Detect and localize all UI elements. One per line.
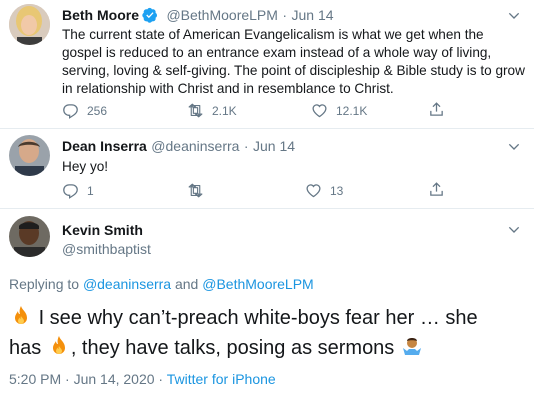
man-shrugging-emoji-icon bbox=[402, 338, 421, 355]
reply-count: 256 bbox=[87, 103, 108, 118]
divider bbox=[0, 128, 534, 129]
divider bbox=[0, 208, 534, 209]
tweet-text-line1: I see why can’t-preach white-boys fear h… bbox=[38, 307, 478, 329]
retweet-count: 2.1K bbox=[212, 103, 237, 118]
reply-icon bbox=[63, 184, 78, 199]
tweet-line: has , they have talks, posing as sermons bbox=[9, 333, 478, 363]
retweet-button[interactable]: 2.1K bbox=[187, 102, 237, 119]
main-tweet-text: I see why can’t-preach white-boys fear h… bbox=[9, 303, 478, 363]
heart-icon bbox=[312, 104, 327, 118]
user-handle[interactable]: @deaninserra bbox=[151, 138, 239, 154]
tweet-footer: 5:20 PM · Jun 14, 2020 · Twitter for iPh… bbox=[9, 371, 276, 387]
tweet-text: The current state of American Evangelica… bbox=[62, 27, 525, 96]
replying-to: Replying to @deaninserra and @BethMooreL… bbox=[9, 276, 314, 292]
share-button[interactable] bbox=[428, 181, 445, 198]
fire-emoji-icon bbox=[15, 306, 27, 324]
retweet-icon bbox=[188, 183, 203, 198]
reply-count: 1 bbox=[87, 183, 94, 198]
user-handle[interactable]: @BethMooreLPM bbox=[166, 7, 277, 23]
tweet-source[interactable]: Twitter for iPhone bbox=[167, 371, 276, 387]
tweet-text-line2b: , they have talks, posing as sermons bbox=[70, 337, 395, 359]
reply-mention[interactable]: @deaninserra bbox=[83, 276, 171, 292]
tweet-header: Beth Moore @BethMooreLPM · Jun 14 bbox=[62, 7, 334, 28]
tweet-date[interactable]: Jun 14 bbox=[292, 7, 334, 23]
like-button[interactable]: 13 bbox=[305, 182, 343, 199]
tweet-header: Dean Inserra @deaninserra · Jun 14 bbox=[62, 138, 295, 156]
share-icon bbox=[430, 102, 443, 116]
tweet-text-line2a: has bbox=[9, 337, 42, 359]
like-button[interactable]: 12.1K bbox=[311, 102, 367, 119]
chevron-down-icon[interactable] bbox=[506, 139, 522, 155]
user-handle[interactable]: @smithbaptist bbox=[62, 241, 151, 257]
avatar-photo bbox=[9, 135, 50, 176]
like-count: 13 bbox=[330, 183, 344, 198]
heart-icon bbox=[306, 184, 321, 198]
tweet-timestamp[interactable]: 5:20 PM · Jun 14, 2020 · bbox=[9, 371, 167, 387]
retweet-icon bbox=[188, 103, 203, 118]
avatar-photo bbox=[9, 216, 50, 257]
user-name[interactable]: Beth Moore bbox=[62, 7, 139, 23]
chevron-down-icon[interactable] bbox=[506, 8, 522, 24]
reply-mention[interactable]: @BethMooreLPM bbox=[202, 276, 313, 292]
avatar[interactable] bbox=[9, 216, 50, 257]
separator-dot: · bbox=[243, 138, 249, 154]
share-button[interactable] bbox=[428, 101, 445, 118]
tweet-line: I see why can’t-preach white-boys fear h… bbox=[9, 303, 478, 333]
share-icon bbox=[430, 182, 443, 196]
fire-emoji-icon bbox=[52, 336, 65, 354]
separator-dot: · bbox=[282, 7, 288, 23]
like-count: 12.1K bbox=[336, 103, 368, 118]
avatar[interactable] bbox=[9, 4, 50, 45]
replying-and: and bbox=[171, 276, 203, 292]
replying-label: Replying to bbox=[9, 276, 83, 292]
avatar-photo bbox=[9, 4, 50, 45]
retweet-button[interactable] bbox=[187, 182, 212, 199]
reply-button[interactable]: 256 bbox=[62, 102, 107, 119]
reply-icon bbox=[63, 104, 78, 119]
chevron-down-icon[interactable] bbox=[506, 222, 522, 238]
avatar[interactable] bbox=[9, 135, 50, 176]
tweet-date[interactable]: Jun 14 bbox=[253, 138, 295, 154]
user-name[interactable]: Kevin Smith bbox=[62, 222, 143, 238]
tweet-text: Hey yo! bbox=[62, 159, 109, 174]
user-name[interactable]: Dean Inserra bbox=[62, 138, 147, 154]
verified-badge-icon bbox=[142, 7, 158, 28]
reply-button[interactable]: 1 bbox=[62, 182, 94, 199]
